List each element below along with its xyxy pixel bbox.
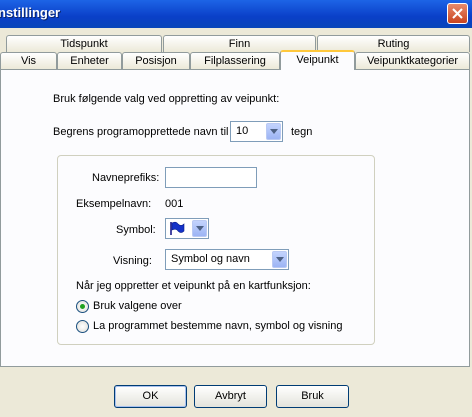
symbol-label: Symbol: xyxy=(116,224,156,236)
radio-program-decides-label[interactable]: La programmet bestemme navn, symbol og v… xyxy=(93,320,342,332)
chevron-down-icon[interactable] xyxy=(192,220,207,237)
close-icon xyxy=(452,8,463,19)
blue-flag-icon xyxy=(170,221,185,235)
title-bar: nstillinger xyxy=(0,0,472,28)
radio-selected-dot xyxy=(80,304,85,309)
chevron-down-icon[interactable] xyxy=(266,123,281,140)
name-length-select[interactable]: 10 xyxy=(230,121,283,142)
chevron-down-icon[interactable] xyxy=(272,251,287,268)
name-length-value: 10 xyxy=(236,125,249,137)
radio-program-decides[interactable] xyxy=(76,320,89,333)
limit-unit: tegn xyxy=(291,126,313,138)
display-select[interactable]: Symbol og navn xyxy=(165,249,289,270)
tab-veipunktkategorier[interactable]: Veipunktkategorier xyxy=(355,52,470,69)
window-title: nstillinger xyxy=(0,5,61,20)
tab-label: Enheter xyxy=(70,55,109,67)
map-question-label: Når jeg oppretter et veipunkt på en kart… xyxy=(76,280,311,292)
tab-veipunkt[interactable]: Veipunkt xyxy=(280,50,355,70)
ok-button[interactable]: OK xyxy=(114,385,187,408)
display-label: Visning: xyxy=(113,255,152,267)
tab-enheter[interactable]: Enheter xyxy=(57,52,122,69)
tab-vis[interactable]: Vis xyxy=(0,52,57,69)
cancel-button[interactable]: Avbryt xyxy=(194,385,267,408)
tab-label: Tidspunkt xyxy=(60,38,108,50)
tab-panel-veipunkt: Bruk følgende valg ved oppretting av vei… xyxy=(0,69,470,367)
tab-label: Veipunktkategorier xyxy=(366,55,459,67)
limit-label: Begrens programopprettede navn til xyxy=(53,126,229,138)
tab-label: Ruting xyxy=(377,38,410,50)
tab-tidspunkt[interactable]: Tidspunkt xyxy=(6,35,162,52)
tab-label: Finn xyxy=(228,38,251,50)
tab-posisjon[interactable]: Posisjon xyxy=(122,52,190,69)
name-settings-group: Navneprefiks: Eksempelnavn: 001 Symbol: … xyxy=(57,155,375,345)
tab-filplassering[interactable]: Filplassering xyxy=(190,52,280,69)
intro-text: Bruk følgende valg ved oppretting av vei… xyxy=(53,93,280,105)
tab-label: Posisjon xyxy=(135,55,177,67)
name-prefix-input[interactable] xyxy=(165,167,257,188)
example-label: Eksempelnavn: xyxy=(76,198,152,210)
radio-use-options-label[interactable]: Bruk valgene over xyxy=(93,300,182,312)
radio-use-options[interactable] xyxy=(76,300,89,313)
apply-button[interactable]: Bruk xyxy=(276,385,349,408)
symbol-select[interactable] xyxy=(165,218,209,239)
tab-label: Veipunkt xyxy=(296,54,339,66)
tab-label: Filplassering xyxy=(204,55,266,67)
close-button[interactable] xyxy=(447,3,468,24)
example-value: 001 xyxy=(165,198,184,210)
prefix-label: Navneprefiks: xyxy=(92,172,160,184)
tab-label: Vis xyxy=(20,55,37,67)
display-value: Symbol og navn xyxy=(171,253,250,265)
